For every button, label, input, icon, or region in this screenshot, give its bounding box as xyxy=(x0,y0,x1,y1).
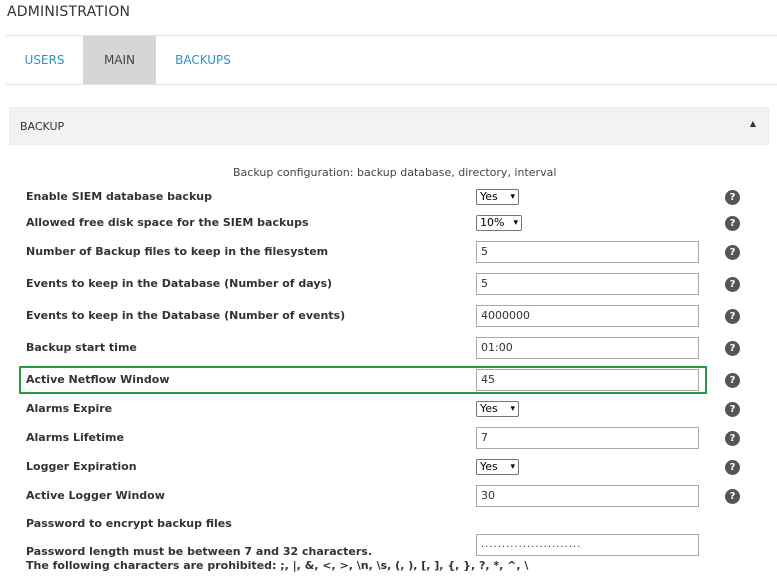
alarms-expire-select[interactable]: Yes ▾ xyxy=(476,401,519,417)
help-icon[interactable]: ? xyxy=(725,309,740,324)
backup-section-header[interactable]: BACKUP ▲ xyxy=(9,107,769,145)
row-label-password: Password to encrypt backup files xyxy=(26,517,232,530)
backup-start-time-input[interactable]: 01:00 xyxy=(476,337,699,359)
tab-backups[interactable]: BACKUPS xyxy=(156,36,250,84)
password-prohibited-note: The following characters are prohibited:… xyxy=(26,559,529,572)
netflow-window-input[interactable]: 45 xyxy=(476,369,699,391)
triangle-up-icon[interactable]: ▲ xyxy=(750,119,756,128)
alarms-lifetime-input[interactable]: 7 xyxy=(476,427,699,449)
row-label-logger-window: Active Logger Window xyxy=(26,489,165,502)
free-disk-space-select[interactable]: 10% ▾ xyxy=(476,215,522,231)
password-input[interactable]: ........................ xyxy=(476,534,699,556)
tab-users[interactable]: USERS xyxy=(6,36,83,84)
row-label-free-disk-space: Allowed free disk space for the SIEM bac… xyxy=(26,216,309,229)
row-label-events-days: Events to keep in the Database (Number o… xyxy=(26,277,333,290)
row-label-backup-files: Number of Backup files to keep in the fi… xyxy=(26,245,329,258)
chevron-down-icon: ▾ xyxy=(510,462,515,472)
password-length-note: Password length must be between 7 and 32… xyxy=(26,545,373,558)
section-title: BACKUP xyxy=(20,120,65,133)
row-label-enable-backup: Enable SIEM database backup xyxy=(26,190,212,203)
chevron-down-icon: ▾ xyxy=(510,404,515,414)
help-icon[interactable]: ? xyxy=(725,216,740,231)
help-icon[interactable]: ? xyxy=(725,277,740,292)
help-icon[interactable]: ? xyxy=(725,402,740,417)
events-days-input[interactable]: 5 xyxy=(476,273,699,295)
row-label-alarms-expire: Alarms Expire xyxy=(26,402,113,415)
tab-bar: USERS MAIN BACKUPS xyxy=(6,35,777,85)
enable-backup-select[interactable]: Yes ▾ xyxy=(476,189,519,205)
help-icon[interactable]: ? xyxy=(725,341,740,356)
row-label-logger-expiration: Logger Expiration xyxy=(26,460,137,473)
chevron-down-icon: ▾ xyxy=(510,192,515,202)
page-title: ADMINISTRATION xyxy=(7,4,131,20)
help-icon[interactable]: ? xyxy=(725,489,740,504)
row-label-backup-start-time: Backup start time xyxy=(26,341,137,354)
help-icon[interactable]: ? xyxy=(725,373,740,388)
row-label-netflow-window: Active Netflow Window xyxy=(26,373,170,386)
events-number-input[interactable]: 4000000 xyxy=(476,305,699,327)
row-label-alarms-lifetime: Alarms Lifetime xyxy=(26,431,124,444)
help-icon[interactable]: ? xyxy=(725,460,740,475)
help-icon[interactable]: ? xyxy=(725,190,740,205)
chevron-down-icon: ▾ xyxy=(513,218,518,228)
logger-window-input[interactable]: 30 xyxy=(476,485,699,507)
logger-expiration-select[interactable]: Yes ▾ xyxy=(476,459,519,475)
help-icon[interactable]: ? xyxy=(725,431,740,446)
row-label-events-number: Events to keep in the Database (Number o… xyxy=(26,309,346,322)
backup-files-input[interactable]: 5 xyxy=(476,241,699,263)
help-icon[interactable]: ? xyxy=(725,245,740,260)
tab-main[interactable]: MAIN xyxy=(83,36,156,84)
